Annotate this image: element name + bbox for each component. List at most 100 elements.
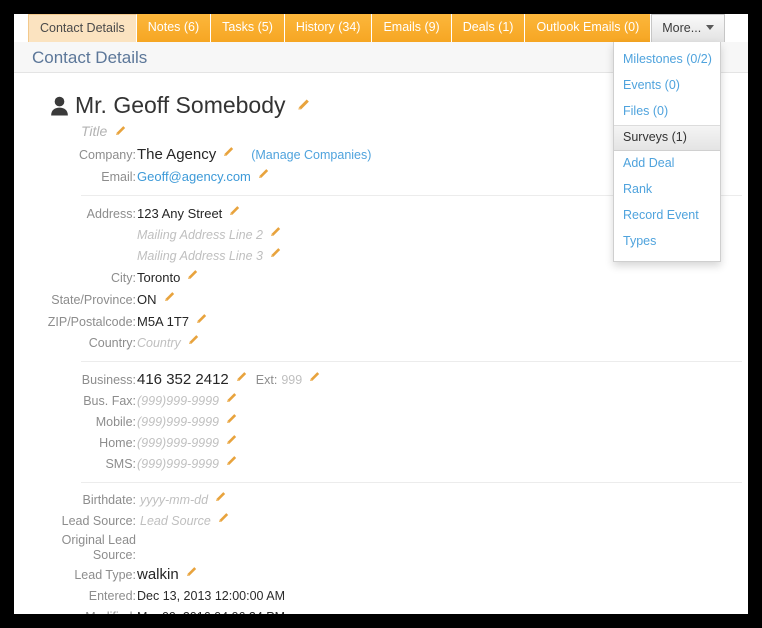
company-label: Company:: [79, 148, 136, 162]
edit-pencil-icon[interactable]: [217, 511, 230, 524]
edit-pencil-icon[interactable]: [308, 370, 321, 383]
edit-pencil-icon[interactable]: [186, 268, 199, 281]
screenshot-frame: Contact Details Notes (6) Tasks (5) History…: [0, 0, 762, 628]
tab-deals[interactable]: Deals (1): [451, 14, 526, 42]
menu-item-record-event[interactable]: Record Event: [614, 203, 720, 229]
tab-emails[interactable]: Emails (9): [372, 14, 452, 42]
menu-item-types[interactable]: Types: [614, 229, 720, 255]
email-value[interactable]: Geoff@agency.com: [137, 167, 251, 186]
address-label: Address:: [86, 207, 136, 221]
lead-source-row: Lead Source: Lead Source: [14, 511, 748, 532]
country-placeholder: Country: [137, 336, 181, 350]
tab-contact-details[interactable]: Contact Details: [28, 14, 137, 42]
person-icon: [51, 96, 68, 116]
menu-item-add-deal[interactable]: Add Deal: [614, 151, 720, 177]
lead-type-row: Lead Type: walkin: [14, 564, 748, 586]
city-label: City:: [111, 271, 136, 285]
city-value: Toronto: [137, 270, 181, 285]
edit-pencil-icon[interactable]: [187, 333, 200, 346]
city-row: City: Toronto: [14, 267, 748, 289]
birthdate-label: Birthdate:: [82, 493, 136, 507]
edit-pencil-icon[interactable]: [296, 97, 311, 112]
original-lead-source-row: Original Lead Source:: [14, 532, 748, 564]
mobile-label: Mobile:: [95, 415, 136, 429]
tab-notes[interactable]: Notes (6): [136, 14, 212, 42]
menu-item-surveys[interactable]: Surveys (1): [614, 125, 720, 151]
edit-pencil-icon[interactable]: [225, 391, 238, 404]
birthdate-row: Birthdate: yyyy-mm-dd: [14, 490, 748, 511]
company-value: The Agency: [137, 146, 217, 163]
tab-history[interactable]: History (34): [284, 14, 373, 42]
contact-name: Mr. Geoff Somebody: [75, 91, 286, 118]
lead-source-label: Lead Source:: [61, 514, 136, 528]
home-label: Home:: [99, 436, 136, 450]
entered-row: Entered: Dec 13, 2013 12:00:00 AM: [14, 586, 748, 607]
menu-item-rank[interactable]: Rank: [614, 177, 720, 203]
zip-value: M5A 1T7: [137, 314, 190, 329]
original-lead-source-label-line1: Original Lead: [61, 533, 136, 547]
edit-pencil-icon[interactable]: [222, 145, 235, 158]
lead-source-placeholder: Lead Source: [140, 514, 211, 528]
ext-label: Ext:: [255, 373, 278, 387]
menu-item-milestones[interactable]: Milestones (0/2): [614, 47, 720, 73]
business-phone-value: 416 352 2412: [137, 371, 229, 388]
tab-bar: Contact Details Notes (6) Tasks (5) History…: [14, 14, 748, 42]
edit-pencil-icon[interactable]: [195, 312, 208, 325]
manage-companies-link[interactable]: (Manage Companies): [251, 146, 371, 165]
more-menu-label: More...: [662, 21, 702, 35]
divider: [81, 482, 742, 483]
app-page: Contact Details Notes (6) Tasks (5) History…: [14, 14, 748, 614]
original-lead-source-label-line2: Source:: [92, 548, 136, 562]
lead-type-value: walkin: [137, 566, 179, 583]
more-dropdown-menu: Milestones (0/2) Events (0) Files (0) Su…: [613, 42, 721, 262]
divider: [81, 361, 742, 362]
bus-fax-placeholder: (999)999-9999: [137, 394, 220, 408]
edit-pencil-icon[interactable]: [269, 225, 282, 238]
edit-pencil-icon[interactable]: [228, 204, 241, 217]
lead-type-label: Lead Type:: [74, 568, 136, 582]
edit-pencil-icon[interactable]: [163, 290, 176, 303]
edit-pencil-icon[interactable]: [235, 370, 248, 383]
birthdate-placeholder: yyyy-mm-dd: [140, 493, 209, 507]
address-line3-placeholder: Mailing Address Line 3: [137, 249, 263, 263]
modified-value: Mar 09, 2016 04:06:24 PM: [137, 608, 285, 614]
modified-label: Modified:: [14, 608, 136, 614]
state-value: ON: [137, 292, 157, 307]
business-phone-label: Business:: [81, 373, 136, 387]
state-row: State/Province: ON: [14, 289, 748, 311]
edit-pencil-icon[interactable]: [269, 246, 282, 259]
address-line1-value: 123 Any Street: [137, 206, 223, 221]
entered-label: Entered:: [88, 589, 136, 603]
chevron-down-icon: [706, 25, 715, 31]
sms-placeholder: (999)999-9999: [137, 457, 220, 471]
menu-item-events[interactable]: Events (0): [614, 73, 720, 99]
edit-pencil-icon[interactable]: [185, 565, 198, 578]
edit-pencil-icon[interactable]: [225, 433, 238, 446]
zip-label: ZIP/Postalcode:: [47, 315, 136, 329]
entered-value: Dec 13, 2013 12:00:00 AM: [137, 589, 286, 603]
edit-pencil-icon[interactable]: [214, 490, 227, 503]
bus-fax-row: Bus. Fax: (999)999-9999: [14, 391, 748, 412]
mobile-placeholder: (999)999-9999: [137, 415, 220, 429]
original-lead-source-label: Original Lead Source:: [14, 533, 136, 563]
sms-row: SMS: (999)999-9999: [14, 454, 748, 475]
tab-outlook-emails[interactable]: Outlook Emails (0): [525, 14, 652, 42]
edit-pencil-icon[interactable]: [225, 454, 238, 467]
menu-item-files[interactable]: Files (0): [614, 99, 720, 125]
ext-placeholder: 999: [281, 373, 303, 387]
tab-tasks[interactable]: Tasks (5): [211, 14, 285, 42]
edit-pencil-icon[interactable]: [257, 167, 270, 180]
lead-info-group: Birthdate: yyyy-mm-dd Lead Source: Lead …: [14, 490, 748, 614]
home-placeholder: (999)999-9999: [137, 436, 220, 450]
mobile-row: Mobile: (999)999-9999: [14, 412, 748, 433]
more-menu-button[interactable]: More...: [651, 14, 726, 42]
modified-row: Modified: Mar 09, 2016 04:06:24 PM: [14, 607, 748, 614]
edit-pencil-icon[interactable]: [114, 124, 127, 137]
zip-row: ZIP/Postalcode: M5A 1T7: [14, 311, 748, 333]
home-row: Home: (999)999-9999: [14, 433, 748, 454]
country-row: Country: Country: [14, 333, 748, 354]
email-label: Email:: [101, 170, 136, 184]
edit-pencil-icon[interactable]: [225, 412, 238, 425]
bus-fax-label: Bus. Fax:: [83, 394, 136, 408]
business-phone-row: Business: 416 352 2412 Ext: 999: [14, 369, 748, 391]
